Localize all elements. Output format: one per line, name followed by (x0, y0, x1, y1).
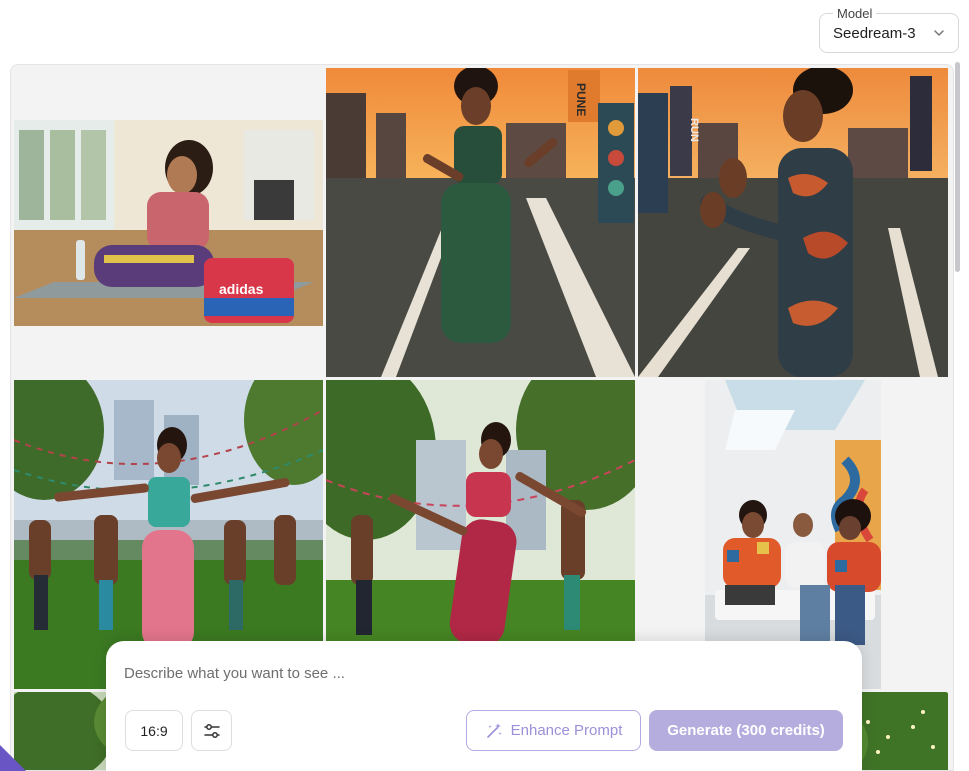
magic-wand-icon (486, 722, 502, 738)
model-label: Model (833, 6, 877, 21)
rooftop-dancer-image: PUNE (326, 68, 635, 377)
gallery-image[interactable]: RUN (638, 68, 948, 377)
settings-button[interactable] (191, 710, 232, 751)
prompt-input[interactable] (124, 659, 844, 687)
aspect-ratio-button[interactable]: 16:9 (125, 710, 183, 751)
gallery-image[interactable]: PUNE (326, 68, 635, 377)
rooftop-waving-image: RUN (638, 68, 948, 377)
generate-button[interactable]: Generate (300 credits) (649, 710, 843, 751)
sliders-icon (203, 723, 220, 738)
chevron-down-icon (934, 30, 944, 36)
run-banner-text: RUN (688, 118, 700, 142)
gallery-scrollbar[interactable] (955, 62, 960, 272)
gym-stretch-image: adidas (14, 120, 323, 326)
adidas-towel-text: adidas (219, 281, 264, 297)
corner-accent (0, 745, 26, 771)
enhance-prompt-label: Enhance Prompt (510, 722, 623, 739)
gallery-image[interactable]: adidas (14, 120, 323, 326)
pune-banner-text: PUNE (574, 83, 588, 116)
enhance-prompt-button[interactable]: Enhance Prompt (466, 710, 641, 751)
model-value: Seedream-3 (833, 24, 916, 42)
prompt-panel: 16:9 Enhance Prompt Generate (300 credit… (106, 641, 862, 771)
